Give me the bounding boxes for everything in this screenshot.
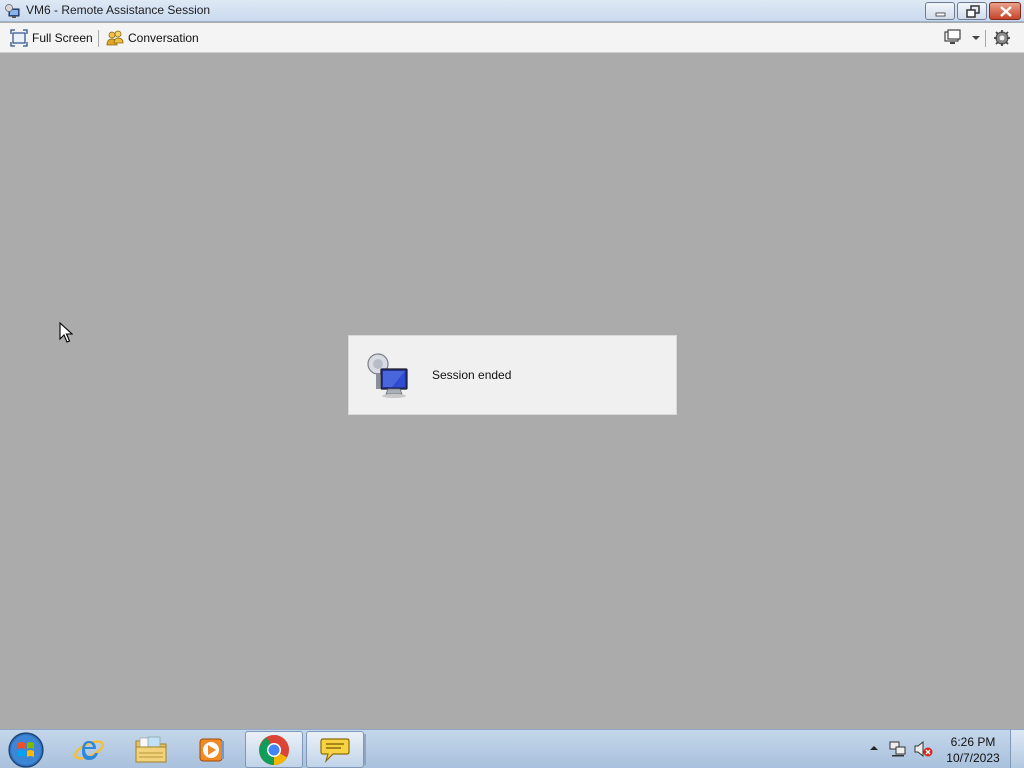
- system-clock[interactable]: 6:26 PM 10/7/2023: [940, 734, 1006, 766]
- clock-date: 10/7/2023: [946, 751, 1000, 765]
- internet-explorer-icon: [73, 739, 105, 760]
- clock-time: 6:26 PM: [950, 735, 996, 749]
- taskbar-chrome[interactable]: [245, 731, 303, 768]
- network-icon[interactable]: [889, 740, 907, 758]
- taskbar-media-player[interactable]: [183, 731, 241, 768]
- session-status-message: Session ended: [432, 368, 512, 382]
- window-title: VM6 - Remote Assistance Session: [26, 3, 211, 17]
- taskbar-divider: [364, 734, 366, 765]
- taskbar-remote-assistance-chat[interactable]: [306, 731, 364, 768]
- show-desktop-button[interactable]: [1010, 730, 1024, 768]
- taskbar: 6:26 PM 10/7/2023: [0, 729, 1024, 768]
- full-screen-icon: [10, 29, 28, 47]
- close-button[interactable]: [989, 2, 1021, 20]
- remote-assistance-icon: [367, 353, 408, 398]
- full-screen-button[interactable]: Full Screen: [10, 28, 93, 48]
- taskbar-internet-explorer[interactable]: [60, 731, 118, 768]
- chat-bubble-icon: [320, 737, 350, 763]
- conversation-button[interactable]: Conversation: [106, 28, 199, 48]
- chevron-down-icon: [972, 36, 980, 40]
- file-explorer-icon: [135, 736, 167, 762]
- full-screen-label: Full Screen: [32, 31, 93, 45]
- restore-button[interactable]: [957, 2, 987, 20]
- conversation-icon: [106, 30, 124, 46]
- volume-muted-icon[interactable]: [913, 740, 933, 758]
- remote-assistance-app-icon: [5, 4, 20, 18]
- display-icon: [944, 29, 961, 44]
- session-status-dialog: Session ended: [348, 335, 677, 415]
- media-player-icon: [199, 738, 224, 761]
- display-options-button[interactable]: [944, 29, 982, 47]
- toolbar-separator-right: [985, 30, 986, 47]
- chrome-icon: [259, 734, 289, 765]
- settings-icon[interactable]: [993, 29, 1011, 47]
- conversation-label: Conversation: [128, 31, 199, 45]
- close-icon: [1000, 6, 1012, 17]
- start-button[interactable]: [5, 731, 47, 768]
- restore-icon: [966, 5, 980, 18]
- taskbar-file-explorer[interactable]: [122, 731, 180, 768]
- show-hidden-icons-icon[interactable]: [868, 742, 880, 754]
- mouse-pointer-icon: [59, 322, 73, 343]
- minimize-button[interactable]: [925, 2, 955, 20]
- minimize-icon: [935, 12, 946, 17]
- window-titlebar[interactable]: VM6 - Remote Assistance Session: [0, 0, 1024, 22]
- toolbar: Full Screen Conversation: [0, 23, 1024, 53]
- toolbar-separator: [98, 30, 99, 47]
